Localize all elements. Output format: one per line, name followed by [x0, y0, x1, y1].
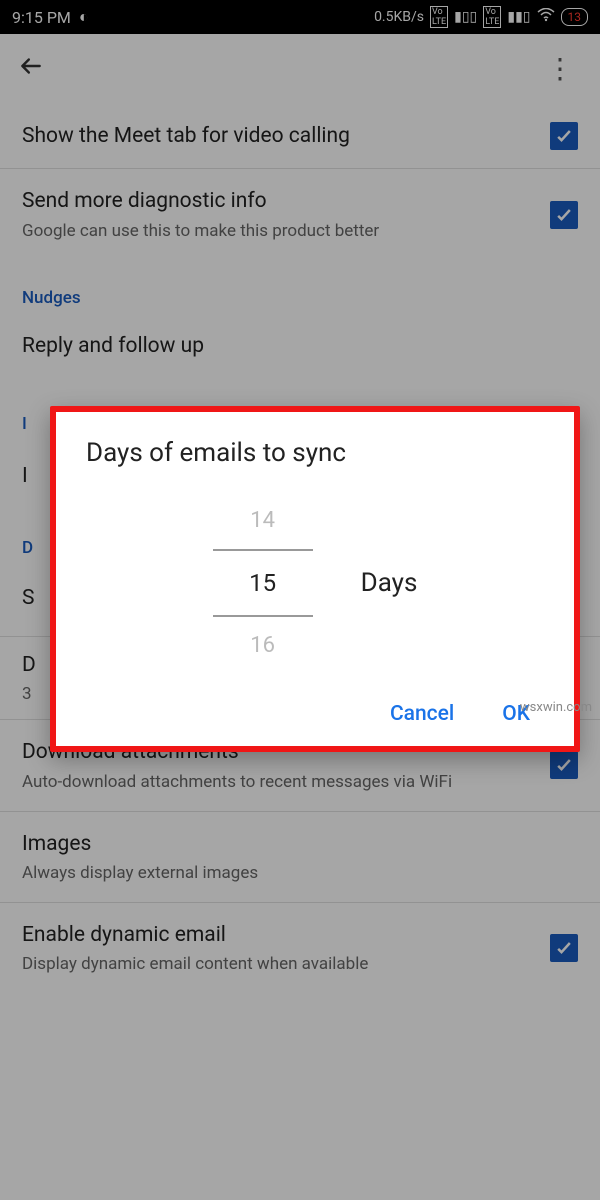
dialog-title: Days of emails to sync — [86, 438, 544, 468]
picker-unit-label: Days — [361, 568, 418, 598]
cancel-button[interactable]: Cancel — [390, 702, 454, 726]
number-picker[interactable]: 14 15 16 Days — [86, 492, 544, 674]
picker-prev-value[interactable]: 14 — [213, 492, 313, 549]
picker-selected-value[interactable]: 15 — [213, 549, 313, 617]
sync-days-dialog: Days of emails to sync 14 15 16 Days Can… — [50, 406, 580, 752]
picker-next-value[interactable]: 16 — [213, 617, 313, 674]
watermark-text: wsxwin.com — [520, 700, 592, 715]
